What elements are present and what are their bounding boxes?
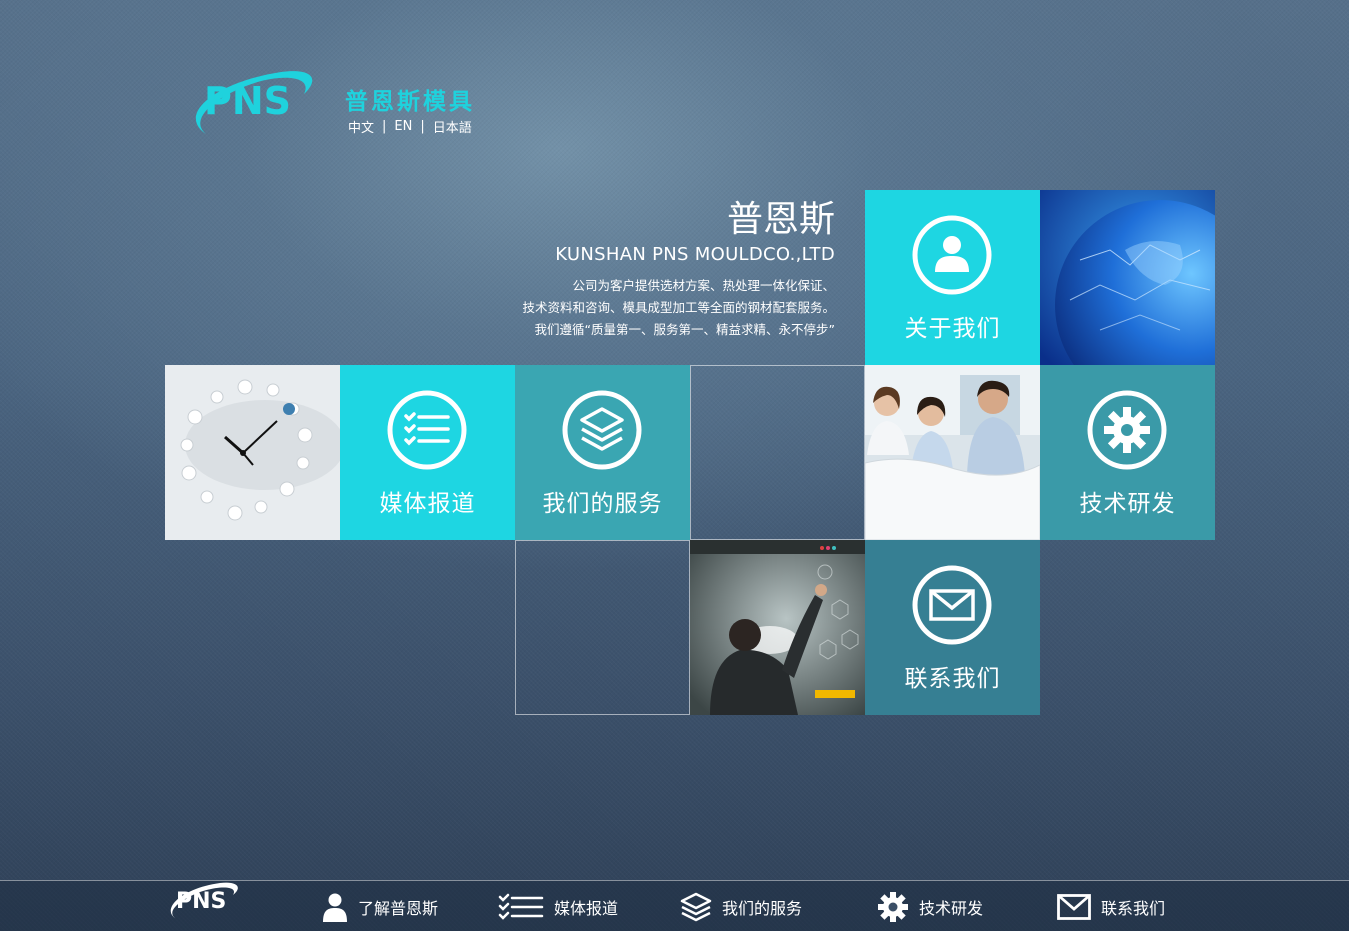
checklist-icon xyxy=(498,893,544,920)
businessman-image xyxy=(690,540,865,715)
footer-nav: PNS 了解普恩斯 媒体报道 我们的服务 技术研发 联系我们 xyxy=(0,880,1349,931)
lang-english[interactable]: EN xyxy=(394,119,412,134)
intro-line: 公司为客户提供选材方案、热处理一体化保证、 xyxy=(572,278,835,293)
footer-item-about[interactable]: 了解普恩斯 xyxy=(322,891,438,923)
lang-japanese[interactable]: 日本語 xyxy=(433,117,472,136)
gear-icon xyxy=(878,892,908,922)
footer-item-label: 我们的服务 xyxy=(722,899,803,918)
tile-our-services[interactable]: 我们的服务 xyxy=(515,365,690,540)
tile-media-reports[interactable]: 媒体报道 xyxy=(340,365,515,540)
footer-item-tech[interactable]: 技术研发 xyxy=(877,891,983,923)
lang-separator: | xyxy=(420,119,425,134)
footer-item-label: 技术研发 xyxy=(919,899,984,918)
tile-label: 技术研发 xyxy=(1079,491,1176,517)
tile-about-us[interactable]: 关于我们 xyxy=(865,190,1040,365)
intro-title: 普恩斯 xyxy=(726,199,835,240)
intro-line: 技术资料和咨询、模具成型加工等全面的钢材配套服务。 xyxy=(522,300,835,315)
footer-item-label: 媒体报道 xyxy=(554,899,619,918)
company-intro: 普恩斯 KUNSHAN PNS MOULDCO.,LTD 公司为客户提供选材方案… xyxy=(522,198,835,341)
footer-item-contact[interactable]: 联系我们 xyxy=(1057,891,1165,923)
footer-item-label: 了解普恩斯 xyxy=(358,899,439,918)
pns-logo[interactable]: PNS xyxy=(186,64,318,140)
team-image xyxy=(865,365,1040,540)
tile-label: 联系我们 xyxy=(904,666,1001,692)
mail-icon xyxy=(1057,894,1091,920)
intro-subtitle: KUNSHAN PNS MOULDCO.,LTD xyxy=(555,244,835,265)
footer-item-label: 联系我们 xyxy=(1101,899,1166,918)
lang-separator: | xyxy=(382,119,387,134)
footer-logo-text: PNS xyxy=(176,889,226,914)
layers-icon xyxy=(562,390,642,470)
layers-icon xyxy=(680,892,712,922)
footer-item-media[interactable]: 媒体报道 xyxy=(498,891,618,923)
empty-tile xyxy=(690,365,865,540)
logo-text: PNS xyxy=(204,79,291,123)
user-icon xyxy=(912,215,992,295)
tile-tech-research[interactable]: 技术研发 xyxy=(1040,365,1215,540)
globe-image xyxy=(1040,190,1215,365)
footer-logo[interactable]: PNS xyxy=(165,882,241,918)
tile-contact-us[interactable]: 联系我们 xyxy=(865,540,1040,715)
gear-icon xyxy=(1087,390,1167,470)
checklist-icon xyxy=(387,390,467,470)
lang-chinese[interactable]: 中文 xyxy=(348,117,374,136)
tile-label: 我们的服务 xyxy=(542,491,663,517)
tile-label: 媒体报道 xyxy=(379,491,476,517)
language-switcher: 中文 | EN | 日本語 xyxy=(348,117,472,136)
intro-description: 公司为客户提供选材方案、热处理一体化保证、 技术资料和咨询、模具成型加工等全面的… xyxy=(522,275,835,341)
user-icon xyxy=(323,893,347,922)
tile-label: 关于我们 xyxy=(904,316,1001,342)
mail-icon xyxy=(912,565,992,645)
intro-line: 我们遵循“质量第一、服务第一、精益求精、永不停步” xyxy=(534,322,835,337)
brand-name: 普恩斯模具 xyxy=(345,89,475,115)
empty-tile xyxy=(515,540,690,715)
clock-image xyxy=(165,365,340,540)
footer-item-services[interactable]: 我们的服务 xyxy=(680,891,802,923)
